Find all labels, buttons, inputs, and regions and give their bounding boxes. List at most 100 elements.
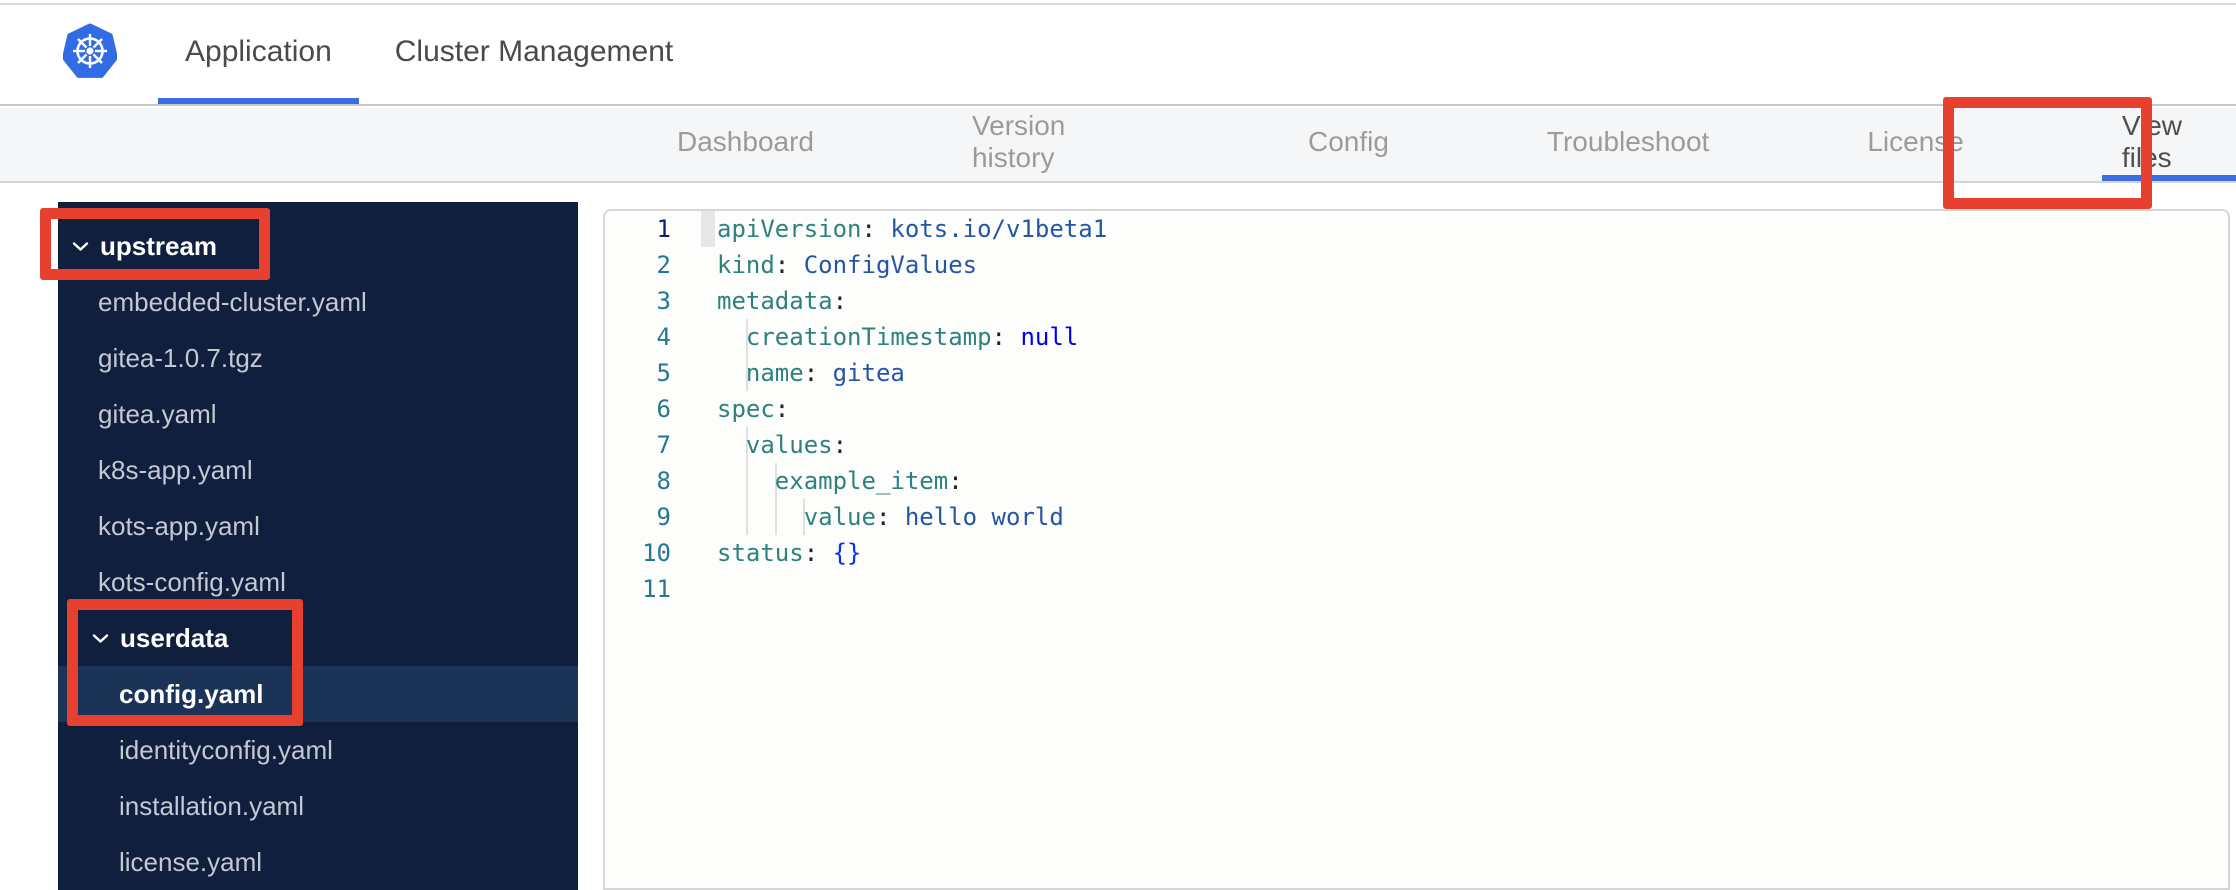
tree-item-label: embedded-cluster.yaml [98,286,367,317]
code-token: : [861,215,891,243]
tab-license-label: License [1867,125,1964,157]
code-token: : [803,359,833,387]
tab-config-label: Config [1307,125,1389,157]
tree-item-label: gitea-1.0.7.tgz [98,342,263,373]
line-number: 3 [656,287,671,315]
code-line[interactable]: 6 spec: [605,391,2228,427]
line-number: 5 [656,359,671,387]
subnav-tab-bar: Dashboard Version history Config Trouble… [677,108,2236,181]
tab-view-files[interactable]: View files [2101,108,2236,181]
code-token: value [803,503,876,531]
code-line-content: example_item: [717,463,963,499]
code-token: : [803,539,833,567]
tree-item-label: config.yaml [119,678,264,709]
tree-item-gitea-yaml[interactable]: gitea.yaml [58,386,578,442]
code-line-content: status: {} [717,535,862,571]
tree-item-gitea-1-0-7-tgz[interactable]: gitea-1.0.7.tgz [58,330,578,386]
tree-item-label: upstream [100,230,218,261]
code-token: : [991,323,1021,351]
line-number: 6 [656,395,671,423]
line-number: 10 [642,539,671,567]
line-number: 11 [642,575,671,603]
tab-view-files-label: View files [2121,109,2183,173]
code-token: : [948,467,963,495]
tree-item-label: installation.yaml [119,790,304,821]
top-tab-bar: Application Cluster Management [158,5,700,104]
code-token: kind [717,251,775,279]
code-line[interactable]: 7 values: [605,427,2228,463]
tree-item-upstream[interactable]: upstream [58,218,578,274]
code-token: : [875,503,905,531]
code-token: status [717,539,804,567]
kots-admin-console: Application Cluster Management Dashboard… [0,0,2236,890]
code-line[interactable]: 8 example_item: [605,463,2228,499]
code-line[interactable]: 3 metadata: [605,283,2228,319]
code-token: : [832,431,848,459]
line-number: 1 [656,215,671,243]
tab-version-history[interactable]: Version history [952,108,1170,181]
tab-cluster-management-label: Cluster Management [394,34,674,68]
tree-item-label: gitea.yaml [98,398,217,429]
code-token: ConfigValues [803,251,978,279]
code-token: : [774,395,790,423]
tree-item-label: userdata [120,622,229,653]
code-line[interactable]: 1 apiVersion: kots.io/v1beta1 [605,211,2228,247]
code-line-content: value: hello world [717,499,1064,535]
file-tree: upstream embedded-cluster.yaml gitea-1.0.7… [58,202,578,890]
code-line[interactable]: 4 creationTimestamp: null [605,319,2228,355]
code-token: null [1020,323,1079,351]
tree-item-kots-config-yaml[interactable]: kots-config.yaml [58,554,578,610]
tree-item-installation-yaml[interactable]: installation.yaml [58,778,578,834]
code-token: spec [717,395,775,423]
tab-application[interactable]: Application [158,5,359,104]
tree-item-config-yaml[interactable]: config.yaml [58,666,578,722]
code-line[interactable]: 2 kind: ConfigValues [605,247,2228,283]
code-token: example_item [774,467,949,495]
tab-dashboard[interactable]: Dashboard [657,108,834,181]
code-token: hello world [904,503,1064,531]
code-token: {} [832,539,862,567]
tree-item-k8s-app-yaml[interactable]: k8s-app.yaml [58,442,578,498]
code-line-content: creationTimestamp: null [717,319,1078,355]
tree-item-kots-app-yaml[interactable]: kots-app.yaml [58,498,578,554]
code-token: kots.io/v1beta1 [890,215,1108,243]
tree-item-userdata[interactable]: userdata [58,610,578,666]
line-number: 8 [656,467,671,495]
tree-item-label: kots-app.yaml [98,510,260,541]
code-line[interactable]: 5 name: gitea [605,355,2228,391]
tab-config[interactable]: Config [1288,108,1409,181]
top-navbar: Application Cluster Management [0,5,2236,106]
tree-item-label: license.yaml [119,846,263,877]
tree-item-license-yaml[interactable]: license.yaml [58,834,578,890]
code-editor[interactable]: 1 apiVersion: kots.io/v1beta1 2 kind: Confi… [603,209,2230,890]
tree-item-embedded-cluster-yaml[interactable]: embedded-cluster.yaml [58,274,578,330]
chevron-down-icon [92,633,109,644]
tab-cluster-management[interactable]: Cluster Management [368,5,700,104]
tab-troubleshoot[interactable]: Troubleshoot [1527,108,1729,181]
code-line[interactable]: 10 status: {} [605,535,2228,571]
code-token: name [745,359,804,387]
code-token: : [832,287,848,315]
code-line[interactable]: 9 value: hello world [605,499,2228,535]
code-token: apiVersion [717,215,862,243]
tab-version-history-label: Version history [971,109,1066,173]
code-line-content: apiVersion: kots.io/v1beta1 [701,211,1108,247]
code-line-content: values: [717,427,847,463]
tab-license[interactable]: License [1847,108,1984,181]
code-line[interactable]: 11 [605,571,2228,607]
text-cursor [701,211,715,247]
line-number: 4 [656,323,671,351]
code-token: metadata [717,287,833,315]
code-token: values [745,431,833,459]
code-line-content: name: gitea [717,355,905,391]
code-line-content: metadata: [717,283,847,319]
code-token: : [774,251,804,279]
code-line-content: kind: ConfigValues [717,247,977,283]
kubernetes-logo[interactable] [62,22,118,82]
tree-item-identityconfig-yaml[interactable]: identityconfig.yaml [58,722,578,778]
